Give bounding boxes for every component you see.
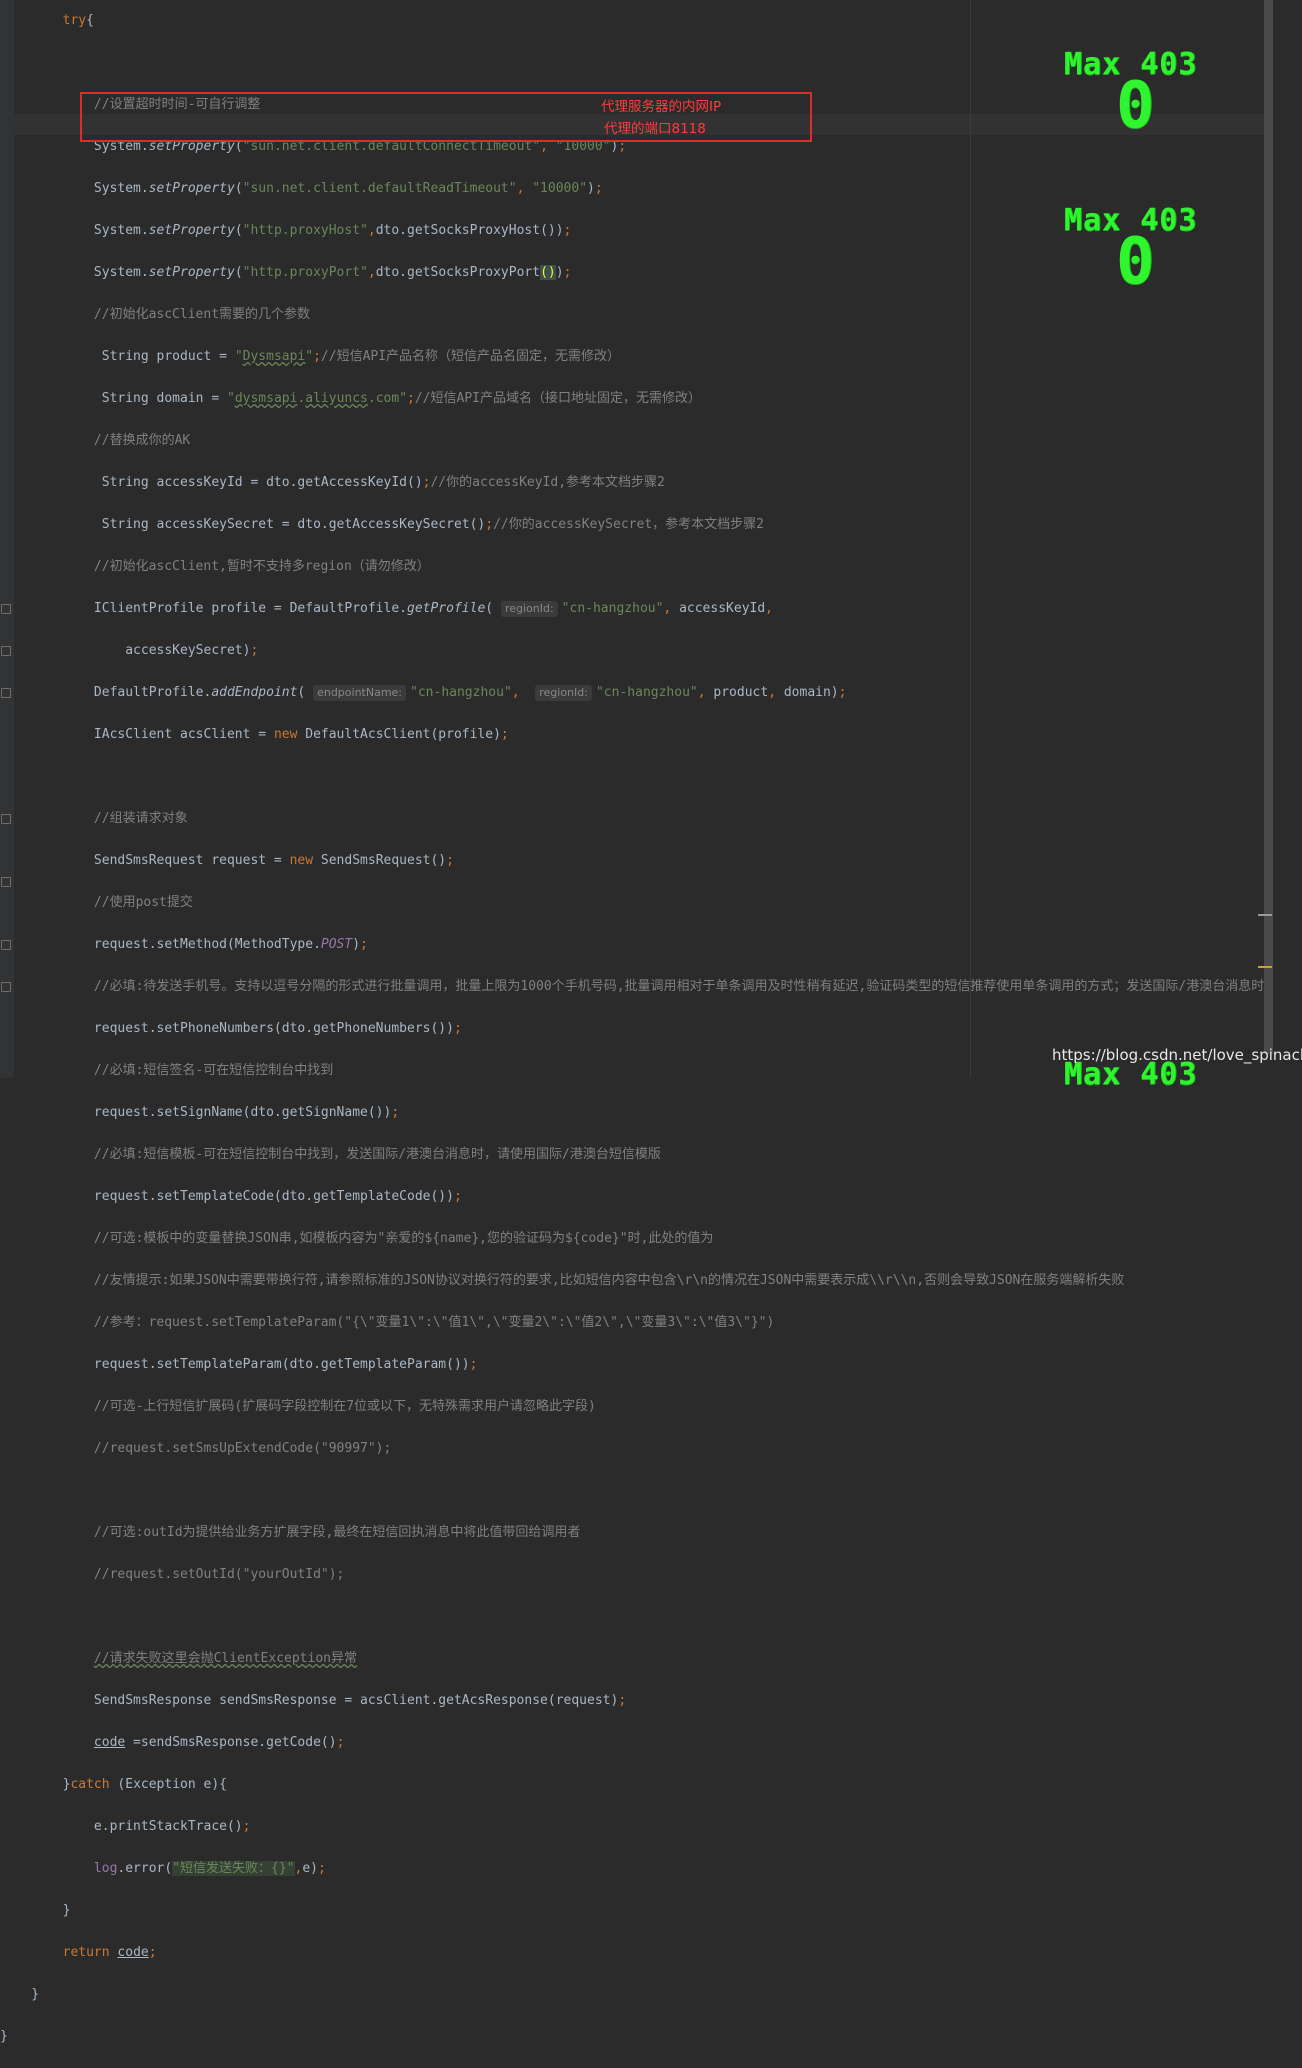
code-line: request.setPhoneNumbers(dto.getPhoneNumb… xyxy=(0,1021,462,1036)
overlay-max-title: Max 403 xyxy=(1064,1057,1198,1092)
code-line: //组装请求对象 xyxy=(93,811,188,826)
code-line: //可选-上行短信扩展码(扩展码字段控制在7位或以下，无特殊需求用户请忽略此字段… xyxy=(93,1399,596,1414)
code-line: IAcsClient acsClient = new DefaultAcsCli… xyxy=(0,727,509,742)
code-line: } xyxy=(0,2029,8,2044)
code-line: //可选:outId为提供给业务方扩展字段,最终在短信回执消息中将此值带回给调用… xyxy=(93,1525,581,1540)
annotation-proxy-port: 代理的端口8118 xyxy=(604,121,706,137)
code-line: //替换成你的AK xyxy=(93,433,191,448)
code-line: //可选:模板中的变量替换JSON串,如模板内容为"亲爱的${name},您的验… xyxy=(93,1231,714,1246)
code-line: request.setSignName(dto.getSignName()); xyxy=(0,1105,400,1120)
code-line: return code; xyxy=(62,1945,157,1960)
code-line: //请求失败这里会抛ClientException异常 xyxy=(93,1651,357,1666)
code-line: System.setProperty("http.proxyPort",dto.… xyxy=(0,265,572,280)
code-line: //使用post提交 xyxy=(93,895,193,910)
code-line: SendSmsRequest request = new SendSmsRequ… xyxy=(0,853,454,868)
code-line: accessKeySecret); xyxy=(0,643,259,658)
code-line: String product = "Dysmsapi";//短信API产品名称（… xyxy=(0,349,621,364)
code-line: //友情提示:如果JSON中需要带换行符,请参照标准的JSON协议对换行符的要求… xyxy=(93,1273,1125,1288)
overlay-max-value: 0 xyxy=(1116,69,1156,143)
code-editor[interactable]: try{ //设置超时时间-可自行调整 System.setProperty("… xyxy=(0,0,1264,2068)
code-line: request.setTemplateCode(dto.getTemplateC… xyxy=(0,1189,462,1204)
code-line: //request.setSmsUpExtendCode("90997"); xyxy=(93,1441,392,1456)
code-line: //初始化ascClient需要的几个参数 xyxy=(93,307,311,322)
watermark: https://blog.csdn.net/love_spinach xyxy=(1052,1046,1302,1064)
code-line: //必填:短信模板-可在短信控制台中找到，发送国际/港澳台消息时，请使用国际/港… xyxy=(93,1147,661,1162)
code-line: //必填:待发送手机号。支持以逗号分隔的形式进行批量调用，批量上限为1000个手… xyxy=(93,979,1265,994)
code-line: IClientProfile profile = DefaultProfile.… xyxy=(0,601,773,617)
code-line: request.setMethod(MethodType.POST); xyxy=(0,937,368,952)
code-line: log.error("短信发送失败：{}",e); xyxy=(93,1861,326,1876)
code-line: System.setProperty("sun.net.client.defau… xyxy=(0,181,603,196)
code-line: String domain = "dysmsapi.aliyuncs.com";… xyxy=(0,391,701,406)
annotation-proxy-host: 代理服务器的内网IP xyxy=(601,99,722,115)
scrollbar-marker xyxy=(1258,914,1272,916)
code-line: //request.setOutId("yourOutId"); xyxy=(93,1567,345,1582)
code-line: //初始化ascClient,暂时不支持多region（请勿修改） xyxy=(93,559,430,574)
code-line: String accessKeyId = dto.getAccessKeyId(… xyxy=(0,475,665,490)
code-line: DefaultProfile.addEndpoint( endpointName… xyxy=(0,685,847,701)
code-line: }catch (Exception e){ xyxy=(0,1777,227,1792)
code-line: } xyxy=(0,1987,40,2002)
code-line: try{ xyxy=(62,13,94,28)
vertical-scrollbar[interactable] xyxy=(1264,0,1273,1054)
code-line: code =sendSmsResponse.getCode(); xyxy=(93,1735,345,1750)
code-line: //参考：request.setTemplateParam("{\"变量1\":… xyxy=(93,1315,775,1330)
overlay-max-value: 0 xyxy=(1116,225,1156,299)
code-line: request.setTemplateParam(dto.getTemplate… xyxy=(0,1357,478,1372)
scrollbar-marker xyxy=(1258,966,1272,968)
code-line: String accessKeySecret = dto.getAccessKe… xyxy=(0,517,764,532)
code-line: e.printStackTrace(); xyxy=(0,1819,251,1834)
code-line: SendSmsResponse sendSmsResponse = acsCli… xyxy=(0,1693,627,1708)
code-line: } xyxy=(0,1903,71,1918)
